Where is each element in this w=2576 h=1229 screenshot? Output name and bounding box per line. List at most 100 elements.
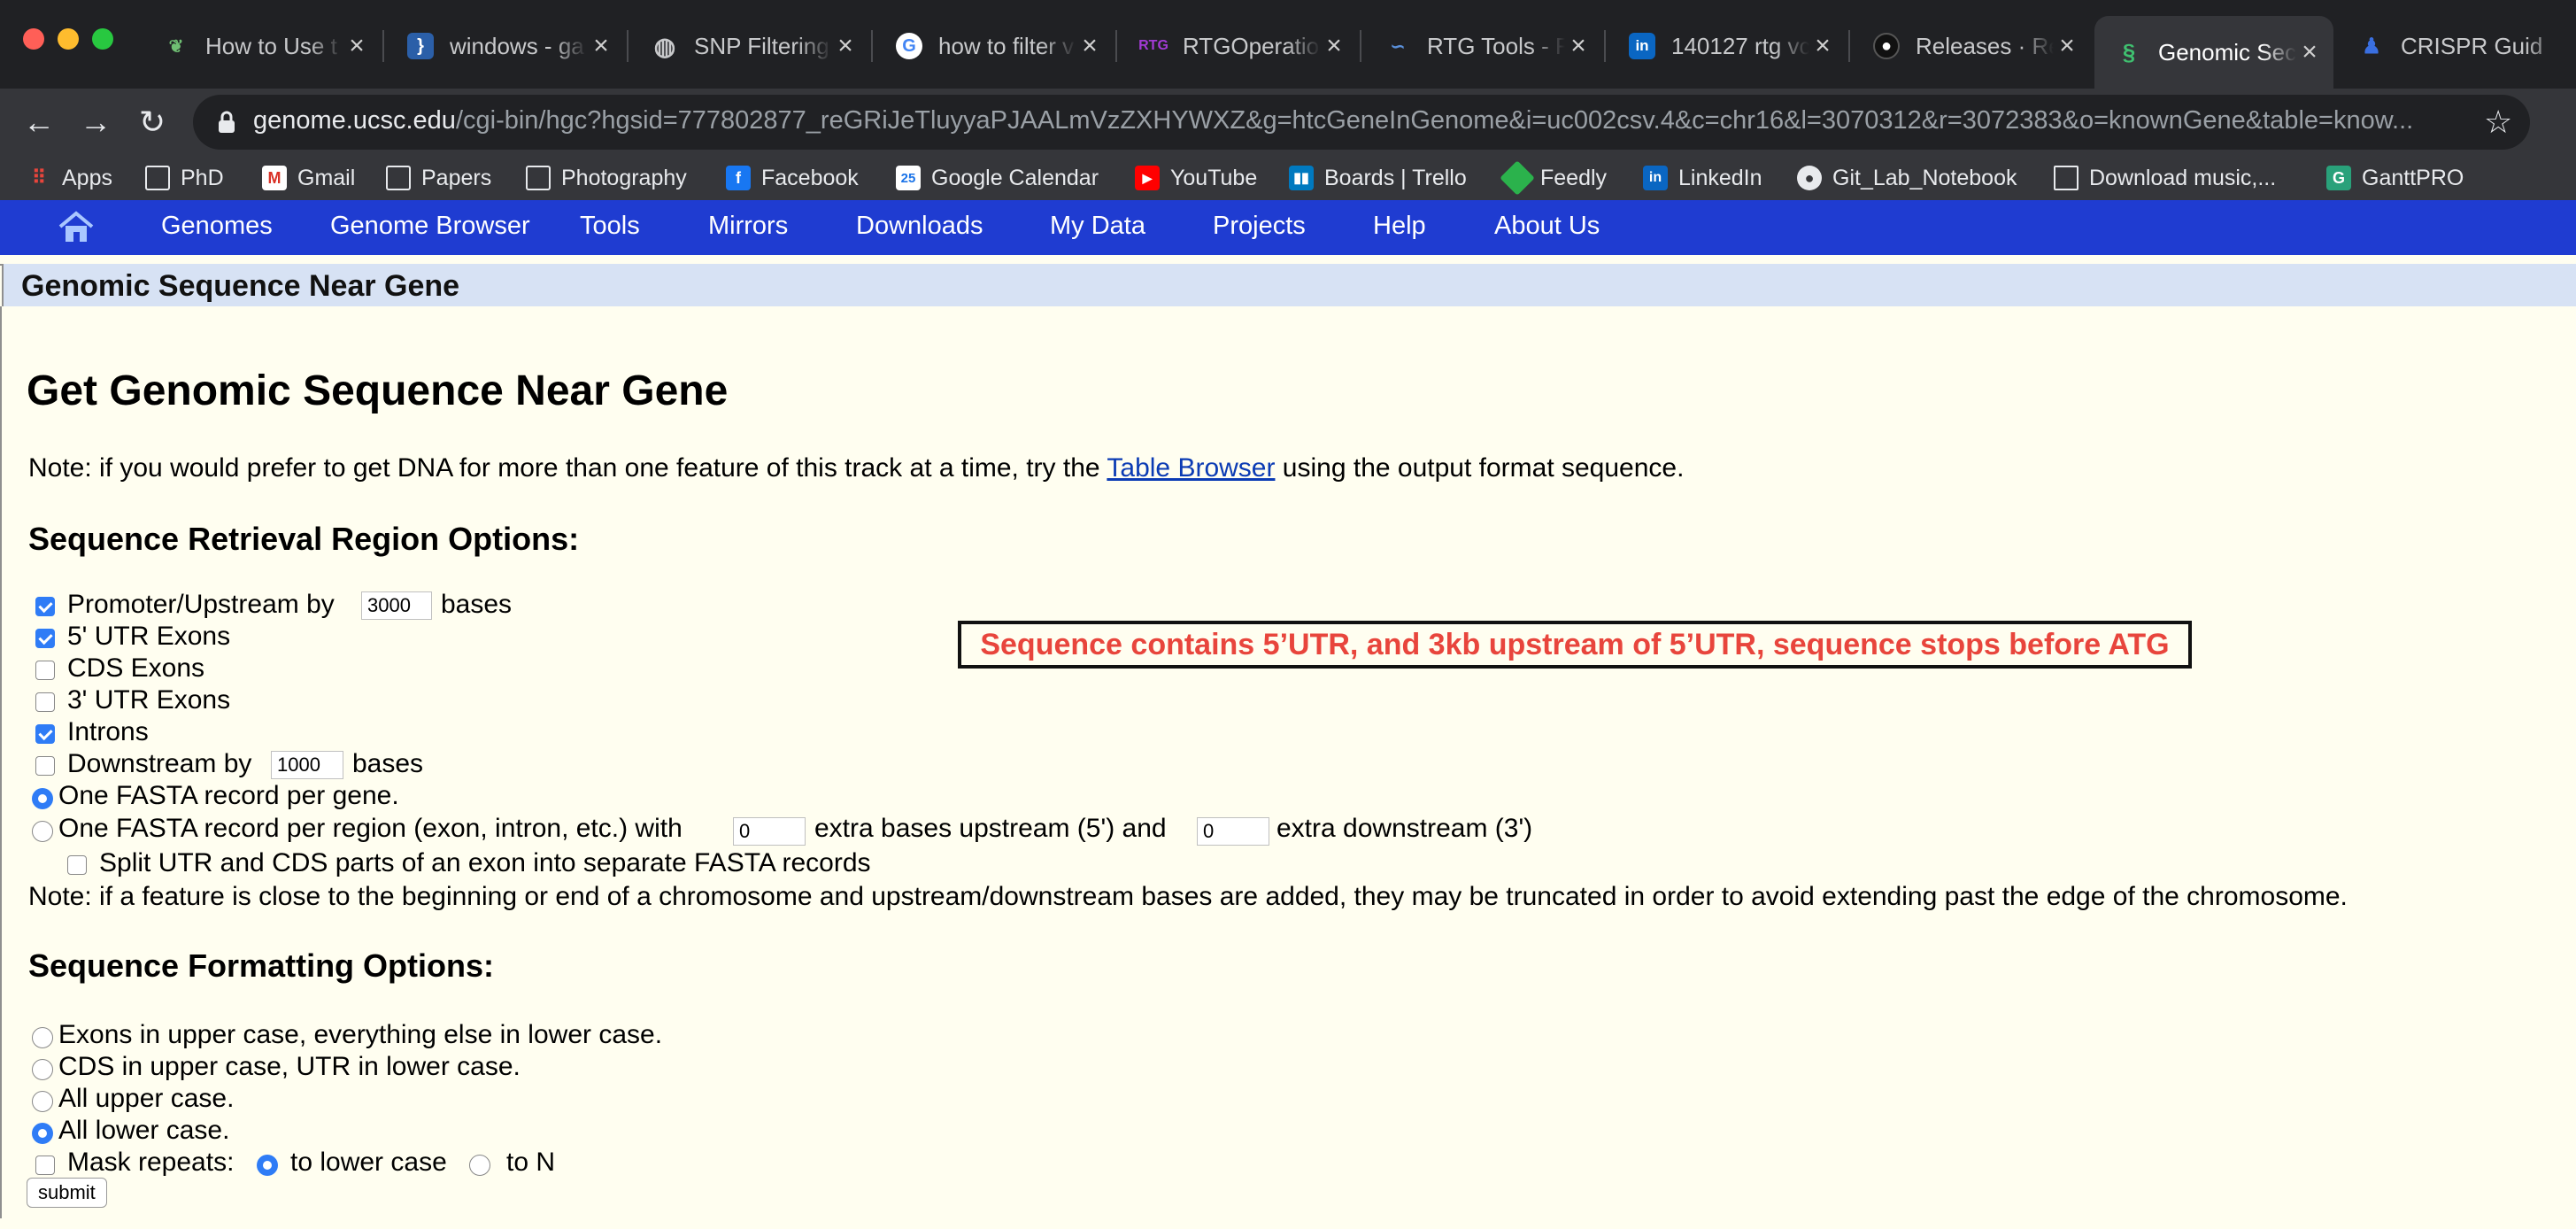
- bookmark-label: Google Calendar: [931, 165, 1099, 190]
- one-per-gene-radio[interactable]: [32, 788, 53, 809]
- bookmark-label: PhD: [181, 165, 224, 190]
- downstream-bases-label: bases: [352, 749, 424, 778]
- nav-help[interactable]: Help: [1373, 212, 1426, 241]
- bookmark-gmail[interactable]: M Gmail: [262, 163, 355, 193]
- home-icon[interactable]: [57, 209, 96, 244]
- extra-downstream-input[interactable]: [1197, 817, 1269, 846]
- browser-tab[interactable]: } windows - ga ×: [386, 16, 625, 76]
- rtg-icon: RTG: [1138, 38, 1168, 53]
- browser-tab[interactable]: ∽ RTG Tools - F ×: [1363, 16, 1602, 76]
- bookmark-phd[interactable]: PhD: [145, 163, 224, 193]
- crispr-icon: ♟: [2362, 34, 2381, 58]
- utr3-checkbox[interactable]: [35, 692, 55, 712]
- downstream-label: Downstream by: [67, 749, 252, 778]
- promoter-bases-input[interactable]: [361, 591, 432, 620]
- maximize-window-button[interactable]: [92, 28, 113, 50]
- close-icon[interactable]: ×: [832, 31, 859, 61]
- bookmark-feedly[interactable]: Feedly: [1500, 160, 1607, 196]
- close-window-button[interactable]: [23, 28, 44, 50]
- bookmark-youtube[interactable]: ▶ YouTube: [1135, 163, 1257, 193]
- all-lower-radio[interactable]: [32, 1123, 53, 1144]
- browser-tab[interactable]: in 140127 rtg vc ×: [1608, 16, 1847, 76]
- bookmark-download-music[interactable]: Download music,...: [2054, 163, 2276, 193]
- site-nav-bar: Genomes Genome Browser Tools Mirrors Dow…: [0, 200, 2576, 255]
- mask-lower-radio[interactable]: [257, 1155, 278, 1176]
- cds-checkbox[interactable]: [35, 661, 55, 680]
- one-per-region-radio[interactable]: [32, 821, 53, 842]
- close-icon[interactable]: ×: [1321, 31, 1347, 61]
- region-options-heading: Sequence Retrieval Region Options:: [28, 521, 580, 557]
- address-bar[interactable]: genome.ucsc.edu/cgi-bin/hgc?hgsid=777802…: [193, 95, 2530, 150]
- utr5-checkbox[interactable]: [35, 629, 55, 648]
- bookmark-linkedin[interactable]: in LinkedIn: [1643, 163, 1762, 193]
- gmail-icon: M: [262, 166, 287, 190]
- promoter-checkbox[interactable]: [35, 597, 55, 616]
- submit-button[interactable]: submit: [27, 1178, 107, 1208]
- bookmark-ganttpro[interactable]: G GanttPRO: [2326, 163, 2464, 193]
- nav-my-data[interactable]: My Data: [1050, 212, 1145, 241]
- all-upper-radio[interactable]: [32, 1091, 53, 1112]
- bookmark-star-icon[interactable]: ☆: [2484, 104, 2512, 141]
- nav-downloads[interactable]: Downloads: [856, 212, 983, 241]
- browser-tab[interactable]: ◍ SNP Filtering ×: [630, 16, 869, 76]
- browser-tab[interactable]: G how to filter v ×: [875, 16, 1114, 76]
- table-browser-link[interactable]: Table Browser: [1107, 453, 1275, 483]
- nav-genome-browser[interactable]: Genome Browser: [330, 212, 530, 241]
- nav-about-us[interactable]: About Us: [1494, 212, 1600, 241]
- exons-upper-label: Exons in upper case, everything else in …: [58, 1020, 663, 1049]
- bookmark-trello[interactable]: ▮▮ Boards | Trello: [1289, 163, 1467, 193]
- close-icon[interactable]: ×: [588, 31, 614, 61]
- introns-checkbox[interactable]: [35, 724, 55, 744]
- nav-projects[interactable]: Projects: [1213, 212, 1306, 241]
- apps-grid-icon: ⠿: [31, 166, 47, 189]
- linkedin-icon: in: [1643, 166, 1668, 190]
- url-path: /cgi-bin/hgc?hgsid=777802877_reGRiJeTluy…: [455, 106, 2414, 135]
- reload-icon[interactable]: ↻: [131, 101, 174, 143]
- downstream-checkbox[interactable]: [35, 756, 55, 776]
- exons-upper-radio[interactable]: [32, 1027, 53, 1048]
- forward-arrow-icon[interactable]: →: [74, 101, 117, 143]
- close-icon[interactable]: ×: [1076, 31, 1103, 61]
- nav-mirrors[interactable]: Mirrors: [708, 212, 788, 241]
- browser-tab-active[interactable]: § Genomic Sec ×: [2094, 16, 2333, 89]
- bookmark-facebook[interactable]: f Facebook: [726, 163, 859, 193]
- nav-genomes[interactable]: Genomes: [161, 212, 273, 241]
- extra-upstream-input[interactable]: [733, 817, 806, 846]
- bookmark-label: YouTube: [1170, 165, 1258, 190]
- mask-repeats-checkbox[interactable]: [35, 1156, 55, 1175]
- close-icon[interactable]: ×: [1565, 31, 1592, 61]
- browser-tab[interactable]: ♟ CRISPR Guid: [2337, 16, 2576, 76]
- tab-label: Genomic Sec: [2158, 38, 2296, 66]
- formatting-options-heading: Sequence Formatting Options:: [28, 947, 495, 984]
- bookmark-label: LinkedIn: [1678, 165, 1762, 190]
- back-arrow-icon[interactable]: ←: [18, 101, 60, 143]
- nav-tools[interactable]: Tools: [580, 212, 640, 241]
- browser-tab[interactable]: ❦ How to Use t ×: [142, 16, 381, 76]
- tab-divider: [382, 30, 384, 62]
- bookmark-papers[interactable]: Papers: [386, 163, 491, 193]
- folder-icon: [145, 166, 170, 190]
- tab-divider: [627, 30, 629, 62]
- close-icon[interactable]: ×: [343, 31, 370, 61]
- bookmark-google-calendar[interactable]: 25 Google Calendar: [896, 163, 1099, 193]
- bookmark-photography[interactable]: Photography: [526, 163, 687, 193]
- browser-tab[interactable]: RTG RTGOperatio ×: [1119, 16, 1358, 76]
- browser-tab[interactable]: ● Releases · Re ×: [1852, 16, 2091, 76]
- bookmark-git-lab-notebook[interactable]: ● Git_Lab_Notebook: [1797, 163, 2017, 193]
- tab-label: How to Use t: [205, 32, 337, 59]
- close-icon[interactable]: ×: [2054, 31, 2080, 61]
- all-upper-label: All upper case.: [58, 1084, 235, 1113]
- tab-label: 140127 rtg vc: [1671, 32, 1809, 59]
- cds-upper-radio[interactable]: [32, 1059, 53, 1080]
- split-utr-cds-checkbox[interactable]: [67, 855, 87, 875]
- mask-n-radio[interactable]: [469, 1155, 490, 1176]
- truncation-note: Note: if a feature is close to the begin…: [28, 882, 2348, 911]
- bookmark-apps[interactable]: ⠿ Apps: [27, 163, 112, 193]
- extra-downstream-label: extra downstream (3'): [1276, 814, 1533, 843]
- table-browser-note: Note: if you would prefer to get DNA for…: [28, 453, 1684, 483]
- downstream-bases-input[interactable]: [271, 751, 343, 779]
- close-icon[interactable]: ×: [1809, 31, 1836, 61]
- tab-label: RTGOperatio: [1183, 32, 1320, 59]
- close-icon[interactable]: ×: [2296, 37, 2323, 67]
- minimize-window-button[interactable]: [58, 28, 79, 50]
